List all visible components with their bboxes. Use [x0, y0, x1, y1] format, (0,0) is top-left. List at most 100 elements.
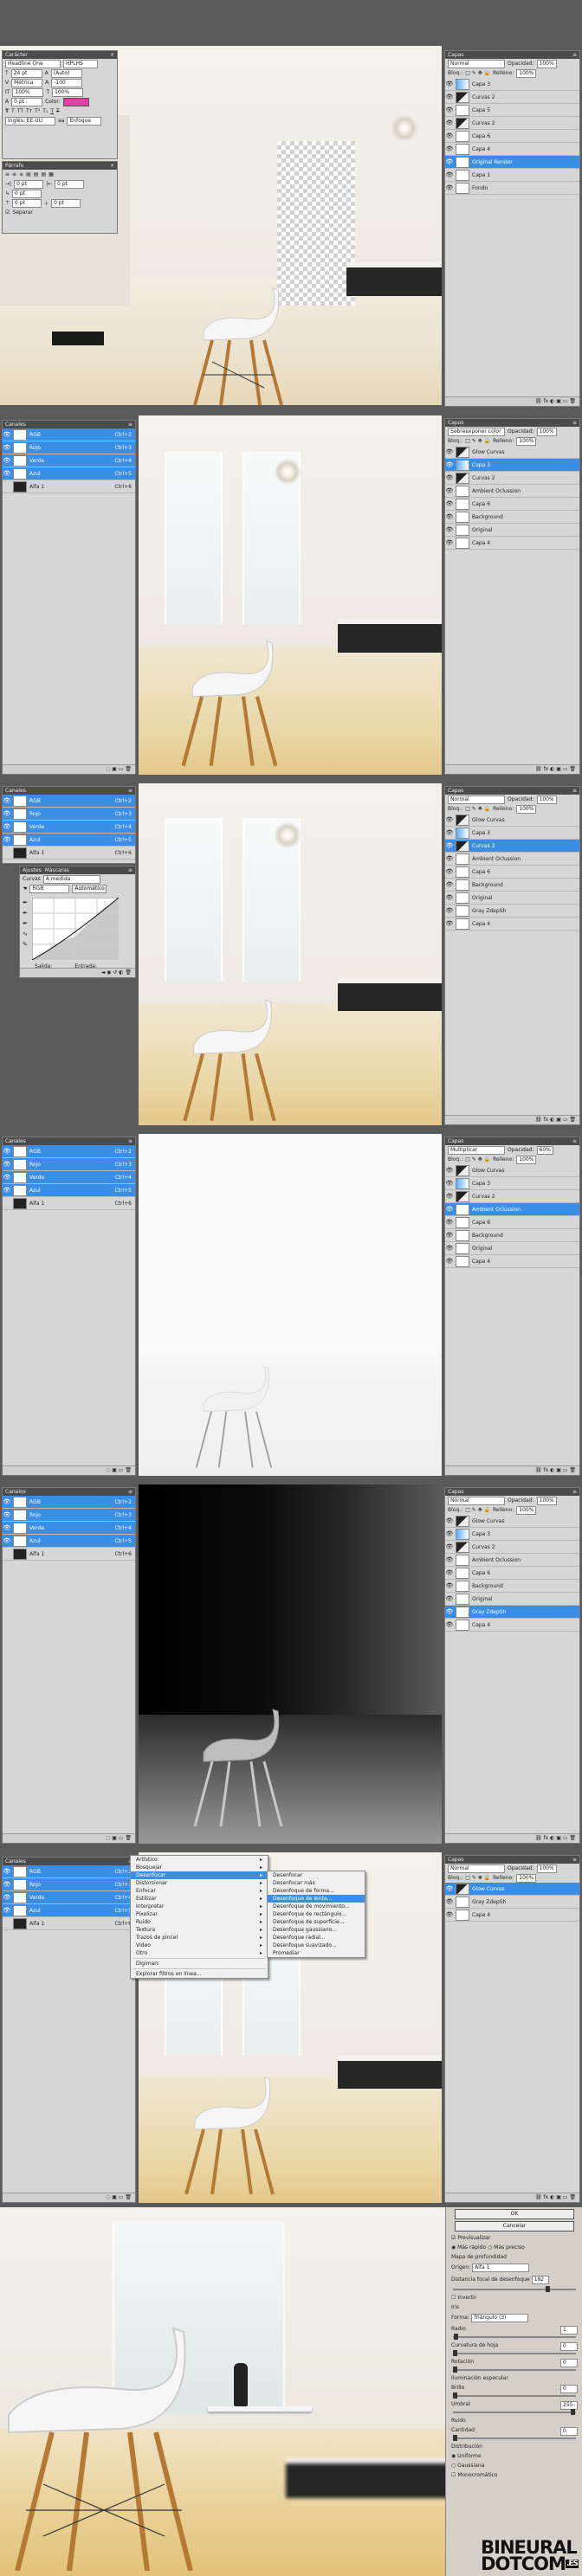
color-swatch[interactable]	[62, 97, 89, 106]
filter-menu-item[interactable]: Estilizar ▸	[131, 1895, 268, 1903]
close-icon[interactable]: ×	[110, 51, 114, 59]
fill-field[interactable]: 100%	[516, 804, 537, 814]
channel-row[interactable]: 👁 Azul Ctrl+5	[3, 1904, 135, 1917]
panel-menu-icon[interactable]: ≡	[128, 787, 133, 795]
channels-panel[interactable]: Canales ≡ 👁 RGB Ctrl+2 👁 Rojo Ctrl+3 👁 Verde Ctrl…	[2, 786, 136, 864]
panel-menu-icon[interactable]: ≡	[572, 787, 577, 795]
layer-row[interactable]: 👁 Ambient Oclussion	[445, 1554, 579, 1567]
blur-submenu-item[interactable]: Desenfoque radial...	[268, 1934, 365, 1942]
channels-panel[interactable]: Canales ≡ 👁 RGB Ctrl+2 👁 Rojo Ctrl+3 👁 Verde Ctrl…	[2, 420, 136, 775]
font-size-field[interactable]: 24 pt	[10, 68, 42, 78]
channels-panel[interactable]: Canales ≡ 👁 RGB Ctrl+2 👁 Rojo Ctrl+3 👁 Verde Ctrl…	[2, 1487, 136, 1844]
visibility-eye-icon[interactable]: 👁	[3, 1868, 11, 1875]
amount-field[interactable]: 0	[560, 2427, 578, 2436]
fill-field[interactable]: 100%	[516, 1155, 537, 1164]
blend-mode-select[interactable]: Normal	[448, 795, 505, 804]
visibility-eye-icon[interactable]: 👁	[445, 907, 454, 914]
slider-knob[interactable]	[453, 2367, 457, 2373]
layer-row[interactable]: 👁 Background	[445, 1229, 579, 1242]
layer-row[interactable]: 👁 Capa 4	[445, 918, 579, 931]
visibility-eye-icon[interactable]: 👁	[445, 119, 454, 126]
layer-row[interactable]: 👁 Capa 6	[445, 866, 579, 879]
visibility-eye-icon[interactable]: 👁	[445, 474, 454, 481]
visibility-eye-icon[interactable]: 👁	[445, 513, 454, 520]
visibility-eye-icon[interactable]: 👁	[445, 526, 454, 533]
slider-knob[interactable]	[453, 2392, 457, 2399]
visibility-eye-icon[interactable]: 👁	[445, 1232, 454, 1239]
layer-row[interactable]: 👁 Curvas 2	[445, 472, 579, 485]
layer-row[interactable]: 👁 Original	[445, 524, 579, 537]
visibility-eye-icon[interactable]: 👁	[445, 1608, 454, 1615]
opacity-field[interactable]: 100%	[536, 1496, 557, 1505]
alignment-buttons[interactable]: ≡ ≡ ≡ ▤ ▤ ▤ ▦	[3, 170, 117, 179]
hyphenate-checkbox[interactable]: ☑	[5, 209, 10, 216]
blur-submenu-item[interactable]: Desenfoque de movimiento...	[268, 1903, 365, 1910]
space-before-field[interactable]: 0 pt	[12, 198, 42, 208]
more-accurate-radio[interactable]: ○	[488, 2244, 492, 2251]
visibility-eye-icon[interactable]: 👁	[3, 444, 11, 451]
focal-distance-slider[interactable]	[453, 2286, 576, 2292]
channels-panel[interactable]: Canales ≡ 👁 RGB Ctrl+2 👁 Rojo Ctrl+3 👁 Verde Ctrl…	[2, 1137, 136, 1476]
slider-knob[interactable]	[454, 2334, 459, 2340]
visibility-eye-icon[interactable]: 👁	[3, 431, 11, 438]
channel-row[interactable]: 👁 Rojo Ctrl+3	[3, 441, 135, 454]
visibility-eye-icon[interactable]: 👁	[3, 1881, 11, 1888]
filter-menu-item[interactable]: Distorsionar ▸	[131, 1879, 268, 1887]
visibility-eye-icon[interactable]: 👁	[445, 881, 454, 888]
visibility-eye-icon[interactable]: 👁	[445, 448, 454, 455]
channel-row[interactable]: 👁 Verde Ctrl+4	[3, 454, 135, 467]
hand-tool-icon[interactable]: ☚	[23, 886, 27, 892]
visibility-eye-icon[interactable]: 👁	[445, 1595, 454, 1602]
filter-menu[interactable]: Artístico ▸ Bosquejar ▸ Desenfocar ▸ Distorsio…	[130, 1855, 268, 1979]
filter-menu-item[interactable]: Ruido ▸	[131, 1918, 268, 1926]
slider-knob[interactable]	[453, 2435, 457, 2441]
filter-menu-item[interactable]: Desenfocar ▸	[131, 1871, 268, 1879]
font-family-field[interactable]: Headline One	[5, 59, 61, 68]
panel-menu-icon[interactable]: ≡	[128, 1488, 133, 1496]
preview-checkbox[interactable]: ☑	[451, 2235, 456, 2241]
antialias-field[interactable]: Enfoque	[67, 116, 102, 126]
brightness-field[interactable]: 0	[560, 2385, 578, 2393]
channels-footer-icons[interactable]: ◌ ▣ ▭ 🗑	[3, 1465, 135, 1475]
lock-icons[interactable]: □ ✎ ✥ 🔒	[465, 70, 490, 76]
layers-footer-icons[interactable]: ⛓ fx ◐ ▣ ▭ 🗑	[445, 1115, 579, 1124]
shape-select[interactable]: Triángulo (3)	[470, 2314, 528, 2322]
layers-footer-icons[interactable]: ⛓ fx ◐ ▣ ▭ 🗑	[445, 2193, 579, 2202]
layer-row[interactable]: 👁 Capa 6	[445, 1567, 579, 1580]
layers-panel[interactable]: Capas ≡ Normal Opacidad: 100% Bloq.: □ ✎ ✥ 🔒…	[444, 786, 580, 1125]
channels-footer-icons[interactable]: ◌ ▣ ▭ 🗑	[3, 2193, 135, 2202]
visibility-eye-icon[interactable]: 👁	[445, 145, 454, 152]
blur-submenu-item[interactable]: Desenfocar	[268, 1871, 365, 1879]
layer-row[interactable]: 👁 Gray ZdepSh	[445, 1606, 579, 1619]
filter-menu-item[interactable]: Enfocar ▸	[131, 1887, 268, 1895]
filter-menu-item[interactable]: Bosquejar ▸	[131, 1864, 268, 1871]
masks-tab[interactable]: Máscaras	[45, 867, 69, 873]
visibility-eye-icon[interactable]: 👁	[445, 855, 454, 862]
visibility-eye-icon[interactable]: 👁	[445, 93, 454, 100]
layer-row[interactable]: 👁 Ambient Oclussion	[445, 1203, 579, 1216]
opacity-field[interactable]: 60%	[536, 1145, 553, 1155]
baseline-field[interactable]: 0 pt	[11, 97, 43, 106]
visibility-eye-icon[interactable]: 👁	[3, 1187, 11, 1194]
filter-menu-item[interactable]: Otro ▸	[131, 1949, 268, 1957]
layers-panel[interactable]: Capas ≡ Normal Opacidad: 100% Bloq.: □ ✎ ✥ 🔒…	[444, 50, 580, 407]
font-style-field[interactable]: HPLHS	[63, 59, 98, 68]
visibility-eye-icon[interactable]: 👁	[3, 1894, 11, 1901]
filter-menu-item[interactable]: Artístico ▸	[131, 1856, 268, 1864]
blend-mode-select[interactable]: Normal	[448, 59, 505, 68]
visibility-eye-icon[interactable]: 👁	[3, 457, 11, 464]
focal-distance-field[interactable]: 192	[531, 2276, 549, 2284]
layer-row[interactable]: 👁 Capa 3	[445, 1177, 579, 1190]
lock-icons[interactable]: □ ✎ ✥ 🔒	[465, 438, 490, 444]
layer-row[interactable]: 👁 Capa 6	[445, 130, 579, 143]
invert-checkbox[interactable]: ☐	[451, 2295, 456, 2301]
layers-footer-icons[interactable]: ⛓ fx ◐ ▣ ▭ 🗑	[445, 764, 579, 774]
channel-row[interactable]: 👁 Rojo Ctrl+3	[3, 808, 135, 821]
source-select[interactable]: Alfa 1	[472, 2264, 530, 2272]
rotation-slider[interactable]	[453, 2367, 576, 2373]
channel-row[interactable]: 👁 Azul Ctrl+5	[3, 467, 135, 480]
blur-submenu[interactable]: Desenfocar Desenfocar más Desenfoque de fo…	[267, 1871, 365, 1958]
visibility-eye-icon[interactable]: 👁	[445, 1258, 454, 1265]
blur-submenu-item[interactable]: Desenfoque de superficie...	[268, 1918, 365, 1926]
layers-panel[interactable]: Capas ≡ Sobreexponer color Opacidad: 100% B…	[444, 418, 580, 775]
